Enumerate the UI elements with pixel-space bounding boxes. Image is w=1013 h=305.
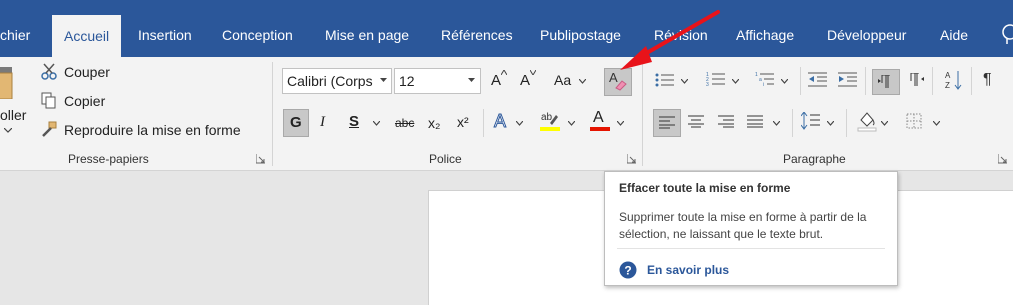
cut-button[interactable]: Couper xyxy=(64,64,110,80)
group-separator xyxy=(865,67,866,95)
svg-text:i: i xyxy=(763,82,764,88)
shading-icon[interactable] xyxy=(857,110,877,132)
group-label-font: Police xyxy=(429,152,462,166)
group-separator xyxy=(846,109,847,137)
align-right-icon[interactable] xyxy=(718,115,734,128)
group-separator xyxy=(971,67,972,95)
annotation-arrow-icon xyxy=(620,10,720,70)
paste-button[interactable]: oller xyxy=(0,107,26,123)
chevron-down-icon[interactable] xyxy=(468,78,475,83)
chevron-down-icon[interactable] xyxy=(4,128,12,134)
tooltip-divider xyxy=(617,248,885,249)
clipboard-paste-icon[interactable] xyxy=(0,65,14,99)
tooltip-description: Supprimer toute la mise en forme à parti… xyxy=(619,210,867,241)
svg-text:?: ? xyxy=(624,264,631,278)
font-color-swatch xyxy=(590,127,610,131)
caret-down-icon xyxy=(530,70,536,75)
clear-formatting-tooltip: Effacer toute la mise en forme Supprimer… xyxy=(604,171,898,286)
sort-icon[interactable]: A Z xyxy=(945,70,963,90)
group-separator xyxy=(483,109,484,137)
font-color-button[interactable]: A xyxy=(593,109,604,127)
bold-button[interactable]: G xyxy=(283,109,309,137)
chevron-down-icon[interactable] xyxy=(568,121,575,126)
font-dialog-launcher-icon[interactable] xyxy=(627,154,637,164)
chevron-down-icon[interactable] xyxy=(773,121,780,126)
ltr-paragraph-icon xyxy=(878,75,890,88)
chevron-down-icon[interactable] xyxy=(579,79,586,84)
chevron-down-icon[interactable] xyxy=(827,121,834,126)
italic-button[interactable]: I xyxy=(320,114,325,131)
group-label-clipboard: Presse-papiers xyxy=(68,152,149,166)
align-left-button[interactable] xyxy=(653,109,681,137)
group-separator xyxy=(792,109,793,137)
text-effects-button[interactable]: A xyxy=(493,111,506,132)
multilevel-list-icon[interactable]: 1 a i xyxy=(755,71,775,88)
chevron-down-icon[interactable] xyxy=(933,121,940,126)
tab-references[interactable]: Références xyxy=(441,27,513,43)
group-label-paragraph: Paragraphe xyxy=(783,152,846,166)
clipboard-dialog-launcher-icon[interactable] xyxy=(256,154,266,164)
tab-conception[interactable]: Conception xyxy=(222,27,293,43)
learn-more-link[interactable]: En savoir plus xyxy=(647,263,729,277)
font-name-value: Calibri (Corps xyxy=(287,73,373,89)
justify-icon[interactable] xyxy=(747,115,763,128)
decrease-indent-icon[interactable] xyxy=(808,72,828,88)
svg-text:a: a xyxy=(759,77,762,83)
chevron-down-icon[interactable] xyxy=(732,79,739,84)
ribbon-tab-bar: chier Accueil Insertion Conception Mise … xyxy=(0,0,1013,57)
svg-text:1: 1 xyxy=(755,72,758,78)
show-formatting-marks-button[interactable]: ¶ xyxy=(983,71,992,89)
format-painter-icon[interactable] xyxy=(40,121,58,139)
svg-text:A: A xyxy=(945,71,951,80)
tab-affichage[interactable]: Affichage xyxy=(736,27,794,43)
tab-aide[interactable]: Aide xyxy=(940,27,968,43)
group-separator xyxy=(272,62,273,166)
change-case-button[interactable]: Aa xyxy=(554,72,571,88)
increase-indent-icon[interactable] xyxy=(838,72,858,88)
chevron-down-icon[interactable] xyxy=(881,121,888,126)
copy-button[interactable]: Copier xyxy=(64,93,105,109)
ribbon-home: oller Couper Copier Reproduire la mise e… xyxy=(0,57,1013,171)
tab-fichier[interactable]: chier xyxy=(0,27,30,43)
borders-icon[interactable] xyxy=(906,113,922,129)
subscript-button[interactable]: x₂ xyxy=(428,115,440,131)
scissors-icon[interactable] xyxy=(40,63,58,81)
line-spacing-icon[interactable] xyxy=(801,112,821,130)
ltr-text-direction-button[interactable] xyxy=(872,69,900,95)
format-painter-button[interactable]: Reproduire la mise en forme xyxy=(64,122,241,138)
tab-accueil[interactable]: Accueil xyxy=(52,15,122,57)
tooltip-title: Effacer toute la mise en forme xyxy=(619,181,791,195)
bold-letter: G xyxy=(290,114,302,131)
lightbulb-icon[interactable] xyxy=(1000,24,1013,46)
paragraph-dialog-launcher-icon[interactable] xyxy=(998,154,1008,164)
rtl-paragraph-icon[interactable] xyxy=(907,73,925,87)
highlighter-icon[interactable]: ab xyxy=(538,109,562,133)
svg-text:Z: Z xyxy=(945,81,950,90)
grow-font-button[interactable]: A xyxy=(491,72,501,89)
font-size-value: 12 xyxy=(399,73,415,89)
font-size-combobox[interactable]: 12 xyxy=(394,68,481,94)
chevron-down-icon[interactable] xyxy=(373,121,380,126)
underline-button[interactable]: S xyxy=(349,113,359,130)
superscript-button[interactable]: x² xyxy=(457,114,469,130)
align-center-icon[interactable] xyxy=(688,115,704,128)
chevron-down-icon[interactable] xyxy=(617,121,624,126)
chevron-down-icon[interactable] xyxy=(380,78,387,83)
svg-text:ab: ab xyxy=(541,112,553,123)
tab-developpeur[interactable]: Développeur xyxy=(827,27,906,43)
group-separator xyxy=(932,67,933,95)
help-icon[interactable]: ? xyxy=(619,261,637,279)
align-left-icon xyxy=(659,116,675,129)
copy-icon[interactable] xyxy=(41,92,57,110)
strikethrough-button[interactable]: abc xyxy=(395,116,414,130)
chevron-down-icon[interactable] xyxy=(516,121,523,126)
tab-mise-en-page[interactable]: Mise en page xyxy=(325,27,409,43)
font-name-combobox[interactable]: Calibri (Corps xyxy=(282,68,392,94)
caret-up-icon xyxy=(501,70,507,75)
tab-insertion[interactable]: Insertion xyxy=(138,27,192,43)
chevron-down-icon[interactable] xyxy=(781,79,788,84)
group-separator xyxy=(800,67,801,95)
shrink-font-button[interactable]: A xyxy=(520,72,530,89)
